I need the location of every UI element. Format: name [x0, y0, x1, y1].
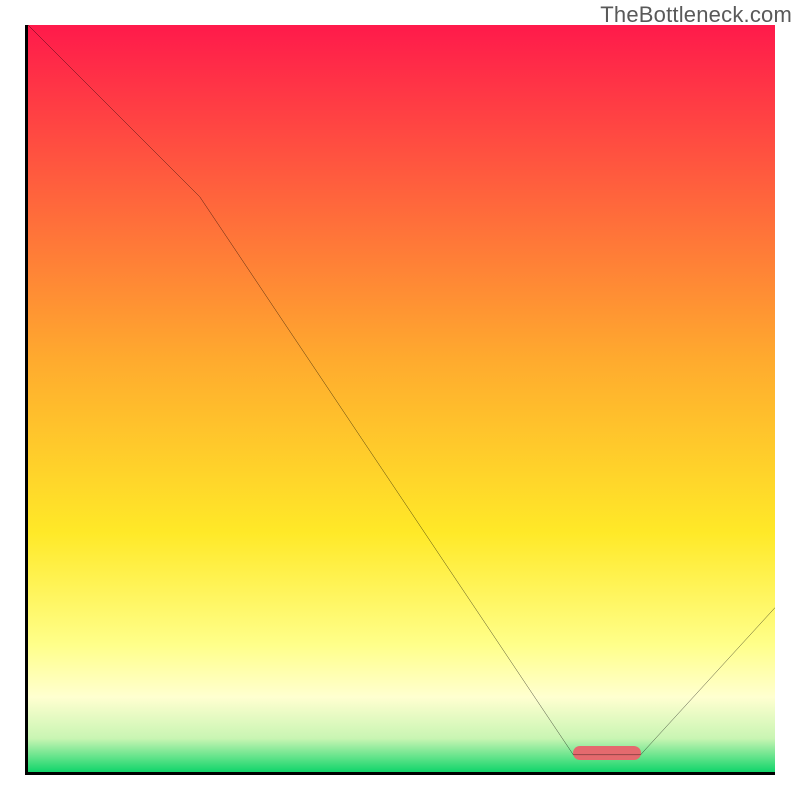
- plot-frame: [25, 25, 775, 775]
- curve-path: [28, 25, 775, 755]
- chart-container: TheBottleneck.com: [0, 0, 800, 800]
- performance-curve: [28, 25, 775, 772]
- plot-area: [28, 25, 775, 772]
